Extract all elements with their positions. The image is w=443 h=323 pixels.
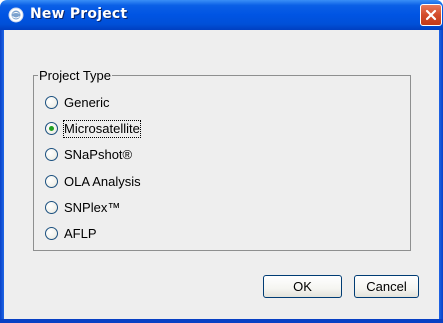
radio-button-icon[interactable]	[45, 201, 58, 214]
radio-button-icon[interactable]	[45, 175, 58, 188]
radio-button-selected-icon[interactable]	[45, 122, 58, 135]
cancel-button[interactable]: Cancel	[354, 275, 419, 298]
project-type-legend: Project Type	[39, 68, 112, 83]
radio-label: SNaPshot®	[64, 147, 133, 162]
new-project-dialog: New Project Project Type Generic Microsa…	[0, 0, 443, 323]
title-bar[interactable]: New Project	[0, 0, 443, 30]
radio-selected-dot	[49, 126, 54, 131]
radio-button-icon[interactable]	[45, 148, 58, 161]
close-button[interactable]	[420, 4, 442, 26]
window-frame-bottom	[0, 319, 443, 323]
radio-label: SNPlex™	[64, 200, 121, 215]
radio-label: Generic	[64, 95, 110, 110]
close-icon	[425, 9, 437, 21]
app-icon	[8, 7, 24, 23]
window-frame-right	[439, 30, 443, 323]
dialog-title: New Project	[30, 6, 128, 22]
radio-label: Microsatellite	[63, 120, 141, 138]
radio-button-icon[interactable]	[45, 227, 58, 240]
radio-label: AFLP	[64, 226, 97, 241]
ok-button[interactable]: OK	[263, 275, 342, 298]
radio-label: OLA Analysis	[64, 174, 141, 189]
radio-button-icon[interactable]	[45, 96, 58, 109]
dialog-body: Project Type Generic Microsatellite SNaP…	[4, 30, 439, 319]
